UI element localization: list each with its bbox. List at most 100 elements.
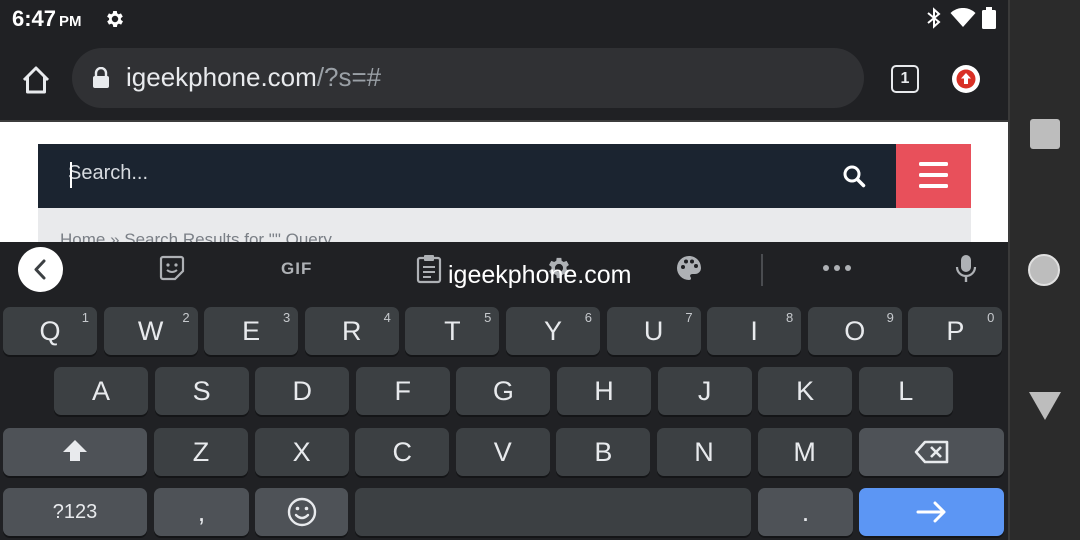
- key-n[interactable]: N: [657, 428, 751, 476]
- key-label: L: [898, 376, 914, 406]
- enter-key[interactable]: [859, 488, 1004, 536]
- site-search-input[interactable]: Search...: [68, 162, 148, 185]
- key-label: H: [594, 376, 614, 406]
- key-d[interactable]: D: [255, 367, 350, 415]
- key-number-hint: 6: [584, 310, 592, 325]
- key-label: J: [697, 376, 712, 406]
- key-g[interactable]: G: [456, 367, 551, 415]
- key-l[interactable]: L: [858, 367, 953, 415]
- key-number-hint: 7: [685, 310, 693, 325]
- bluetooth-icon: [927, 7, 941, 29]
- keyboard-toolbar: GIF igeekphone.com: [0, 242, 1008, 300]
- key-number-hint: 8: [785, 310, 794, 325]
- home-circle-icon[interactable]: [1026, 252, 1062, 288]
- key-label: G: [492, 376, 514, 406]
- key-label: O: [844, 316, 866, 346]
- key-label: V: [493, 437, 512, 467]
- key-label: Q: [39, 316, 61, 346]
- key-label: P: [946, 316, 965, 346]
- palette-icon[interactable]: [675, 254, 703, 282]
- site-menu-button[interactable]: [896, 144, 971, 208]
- key-r[interactable]: R4: [304, 307, 399, 355]
- breadcrumb: Home » Search Results for "" Query: [60, 230, 332, 242]
- key-k[interactable]: K: [758, 367, 853, 415]
- key-label: C: [392, 437, 412, 467]
- tab-switcher-button[interactable]: 1: [891, 65, 919, 93]
- search-icon[interactable]: [842, 164, 866, 188]
- key-number-hint: 0: [987, 310, 995, 325]
- enter-arrow-icon: [916, 501, 945, 523]
- key-y[interactable]: Y6: [506, 307, 600, 355]
- more-icon[interactable]: [822, 264, 852, 272]
- shift-icon: [63, 440, 87, 461]
- key-label: I: [750, 316, 758, 346]
- key-b[interactable]: B: [556, 428, 651, 476]
- clipboard-icon[interactable]: [416, 254, 442, 284]
- key-p[interactable]: P0: [908, 307, 1003, 355]
- key-label: B: [594, 437, 613, 467]
- key-c[interactable]: C: [355, 428, 450, 476]
- key-label: D: [292, 376, 312, 406]
- sticker-icon[interactable]: [158, 254, 186, 282]
- key-label: R: [342, 316, 362, 346]
- key-label: F: [394, 376, 412, 406]
- key-x[interactable]: X: [254, 428, 349, 476]
- period-key[interactable]: .: [758, 488, 853, 536]
- key-f[interactable]: F: [355, 367, 450, 415]
- key-u[interactable]: U7: [606, 307, 701, 355]
- settings-icon: [107, 11, 123, 27]
- key-number-hint: 1: [81, 310, 89, 325]
- site-search-bar: Search...: [38, 144, 896, 208]
- url-text[interactable]: igeekphone.com/?s=#: [126, 62, 381, 93]
- key-number-hint: 9: [886, 310, 894, 325]
- web-content: Search... Home » Search Results for "" Q…: [0, 120, 1008, 242]
- emoji-icon: [287, 497, 316, 527]
- key-label: T: [444, 316, 461, 346]
- key-label: X: [292, 437, 311, 467]
- key-label: Z: [192, 437, 210, 467]
- key-z[interactable]: Z: [154, 428, 248, 476]
- recents-icon[interactable]: [1029, 118, 1061, 150]
- update-available-icon[interactable]: [952, 65, 980, 93]
- mic-icon[interactable]: [955, 254, 977, 284]
- key-t[interactable]: T5: [405, 307, 500, 355]
- gif-button[interactable]: GIF: [281, 259, 312, 279]
- text-caret: [70, 162, 72, 188]
- key-j[interactable]: J: [657, 367, 752, 415]
- url-bar[interactable]: igeekphone.com/?s=#: [72, 48, 864, 108]
- key-w[interactable]: W2: [103, 307, 198, 355]
- device-screen: 6:47 PM igeekphone.com/?s=# 1 Search... …: [0, 0, 1008, 540]
- status-bar: 6:47 PM: [0, 0, 1008, 38]
- key-v[interactable]: V: [455, 428, 550, 476]
- keyboard-suggestion[interactable]: igeekphone.com: [448, 261, 631, 290]
- key-s[interactable]: S: [154, 367, 249, 415]
- home-icon[interactable]: [16, 60, 56, 100]
- key-m[interactable]: M: [757, 428, 852, 476]
- system-navigation-bar: [1008, 0, 1080, 540]
- space-key[interactable]: [355, 488, 751, 536]
- lock-icon: [93, 67, 109, 88]
- key-i[interactable]: I8: [707, 307, 802, 355]
- key-number-hint: 3: [282, 310, 291, 325]
- battery-icon: [982, 7, 996, 29]
- key-label: S: [192, 376, 211, 406]
- emoji-key[interactable]: [255, 488, 348, 536]
- url-path: /?s=#: [316, 62, 382, 92]
- key-label: U: [643, 316, 664, 346]
- back-chevron-icon: [34, 259, 46, 280]
- key-q[interactable]: Q1: [3, 307, 97, 355]
- key-e[interactable]: E3: [204, 307, 299, 355]
- key-a[interactable]: A: [54, 367, 148, 415]
- key-h[interactable]: H: [557, 367, 651, 415]
- key-label: W: [137, 316, 164, 346]
- keyboard-back-button[interactable]: [18, 247, 63, 292]
- clock-ampm: PM: [59, 13, 82, 30]
- shift-key[interactable]: [3, 428, 147, 476]
- key-o[interactable]: O9: [807, 307, 902, 355]
- backspace-key[interactable]: [859, 428, 1004, 476]
- comma-key[interactable]: ,: [154, 488, 249, 536]
- symbols-key[interactable]: ?123: [3, 488, 147, 536]
- back-triangle-icon[interactable]: [1028, 390, 1062, 422]
- backspace-icon: [914, 440, 948, 464]
- toolbar-divider: [761, 254, 763, 286]
